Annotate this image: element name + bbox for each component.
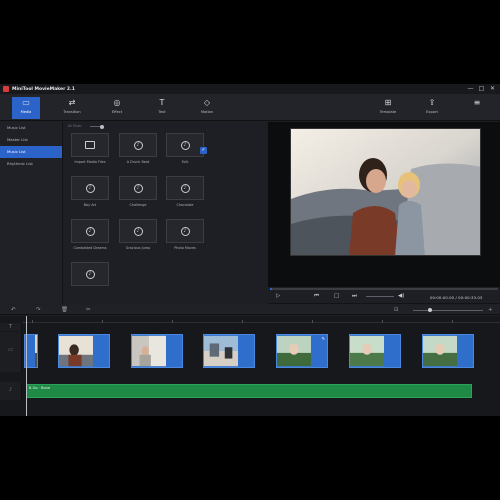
template-icon: ⊞ — [384, 98, 392, 107]
music-tile[interactable]: ♪ Gracious Jump — [117, 219, 159, 253]
tab-effect[interactable]: ◎ Effect — [103, 97, 131, 119]
media-folder-icon: ▭ — [22, 98, 30, 107]
text-track-icon: T — [8, 324, 13, 330]
minimize-button[interactable]: — — [467, 85, 474, 92]
sidebar-item-master-list[interactable]: Master List — [0, 134, 62, 146]
preview-video-frame[interactable] — [290, 128, 481, 256]
music-tile[interactable]: ♪ Folk ✓ — [164, 133, 207, 167]
movie-maker-window: MiniTool MovieMaker 2.1 — □ ✕ ▭ Media ⇄ … — [0, 84, 500, 416]
export-button[interactable]: ⇪ Export — [418, 97, 446, 119]
transition-icon: ⇄ — [68, 98, 76, 107]
preview-panel — [268, 122, 500, 287]
music-disc-icon: ♪ — [133, 226, 143, 236]
volume-icon[interactable]: ◀) — [398, 293, 404, 300]
music-track-icon: ♪ — [8, 387, 13, 393]
music-disc-icon: ♪ — [85, 269, 95, 279]
sidebar-item-music-list[interactable]: Music List — [0, 122, 62, 134]
import-media-tile[interactable]: Import Media Files — [69, 133, 111, 167]
video-clip[interactable] — [58, 334, 110, 368]
play-icon[interactable]: ▷ — [276, 293, 280, 300]
main-toolbar: ▭ Media ⇄ Transition ◎ Effect T Text ◇ M… — [0, 94, 500, 121]
undo-icon[interactable]: ↶ — [11, 306, 16, 314]
music-disc-icon: ♪ — [85, 183, 95, 193]
playback-progress-bar[interactable] — [270, 288, 498, 290]
music-tile[interactable]: ♪ Challenge — [117, 176, 159, 210]
tab-media[interactable]: ▭ Media — [12, 97, 40, 119]
music-tile[interactable]: ♪ Combatted Dreams — [69, 219, 111, 253]
redo-icon[interactable]: ↷ — [36, 306, 41, 314]
music-tile[interactable]: ♪ A Drunk Beat — [117, 133, 159, 167]
timeline-toolbar: ↶ ↷ 🗑 ✂ ⊡ + — [0, 305, 500, 315]
playhead[interactable] — [26, 316, 27, 416]
folder-icon — [85, 141, 95, 149]
zoom-slider-handle[interactable] — [428, 307, 432, 312]
fit-icon[interactable]: ⊡ — [394, 306, 399, 314]
zoom-slider[interactable] — [413, 310, 483, 311]
zoom-in-icon[interactable]: + — [488, 306, 493, 314]
music-disc-icon: ♪ — [180, 226, 190, 236]
size-slider-handle[interactable] — [100, 124, 104, 129]
video-track-header: ▭ — [0, 332, 22, 372]
next-frame-icon[interactable]: ⏭ — [352, 293, 357, 300]
text-icon: T — [159, 98, 165, 107]
hamburger-menu-icon: ≡ — [473, 98, 481, 107]
preview-image — [291, 129, 480, 255]
library-filter-bar: All Music — [68, 122, 263, 131]
music-clip[interactable]: B Go · Bone — [26, 384, 472, 398]
library-sidebar: Music List Master List Music List Rhythm… — [0, 122, 63, 304]
video-clip[interactable] — [349, 334, 401, 368]
music-clip-label: B Go · Bone — [29, 386, 51, 390]
timeline: T ▭ ♪ ✎ B Go · Bone — [0, 316, 500, 416]
window-controls: — □ ✕ — [467, 85, 496, 92]
sidebar-item-music[interactable]: Music List — [0, 146, 62, 158]
text-track-header: T — [0, 323, 22, 331]
video-clip[interactable] — [131, 334, 183, 368]
video-clip[interactable] — [422, 334, 474, 368]
split-icon[interactable]: ✂ — [86, 306, 91, 314]
video-clip[interactable] — [203, 334, 255, 368]
menu-button[interactable]: ≡ — [468, 97, 486, 119]
tab-transition[interactable]: ⇄ Transition — [58, 97, 86, 119]
music-tile[interactable]: ♪ Chocolate — [164, 176, 206, 210]
close-button[interactable]: ✕ — [489, 85, 496, 92]
music-disc-icon: ♪ — [180, 140, 190, 150]
tab-all-music[interactable]: All Music — [68, 124, 82, 128]
music-disc-icon: ♪ — [133, 183, 143, 193]
stop-icon[interactable]: □ — [334, 293, 339, 300]
music-tile[interactable]: ♪ Photo Moves — [164, 219, 206, 253]
template-button[interactable]: ⊞ Template — [374, 97, 402, 119]
delete-icon[interactable]: 🗑 — [61, 306, 68, 314]
sidebar-item-rhythmic-list[interactable]: Rhythmic List — [0, 158, 62, 170]
music-disc-icon: ♪ — [85, 226, 95, 236]
clip-edit-icon[interactable]: ✎ — [322, 336, 325, 341]
music-disc-icon: ♪ — [133, 140, 143, 150]
app-logo-icon — [3, 86, 9, 92]
tab-motion[interactable]: ◇ Motion — [193, 97, 221, 119]
tab-text[interactable]: T Text — [148, 97, 176, 119]
title-bar: MiniTool MovieMaker 2.1 — □ ✕ — [0, 84, 500, 94]
timeline-ruler[interactable] — [22, 316, 500, 323]
app-title: MiniTool MovieMaker 2.1 — [12, 86, 75, 92]
player-controls: ▷ ⏮ □ ⏭ ◀) 00:00:00.00 / 00:00:33.03 — [268, 287, 500, 304]
video-clip[interactable]: ✎ — [276, 334, 328, 368]
checkmark-icon[interactable]: ✓ — [200, 147, 207, 154]
export-icon: ⇪ — [428, 98, 436, 107]
media-library: All Music Import Media Files ♪ A Drunk B… — [64, 122, 267, 304]
music-track-header: ♪ — [0, 382, 22, 400]
motion-icon: ◇ — [203, 98, 211, 107]
timecode-readout: 00:00:00.00 / 00:00:33.03 — [430, 295, 483, 300]
previous-frame-icon[interactable]: ⏮ — [314, 293, 319, 300]
music-tile[interactable]: ♪ — [69, 262, 111, 296]
progress-fill — [270, 288, 273, 290]
maximize-button[interactable]: □ — [478, 85, 485, 92]
video-track-icon: ▭ — [8, 347, 13, 353]
volume-slider[interactable] — [366, 296, 394, 297]
music-tile[interactable]: ♪ Bay Art — [69, 176, 111, 210]
music-disc-icon: ♪ — [180, 183, 190, 193]
effect-icon: ◎ — [113, 98, 121, 107]
